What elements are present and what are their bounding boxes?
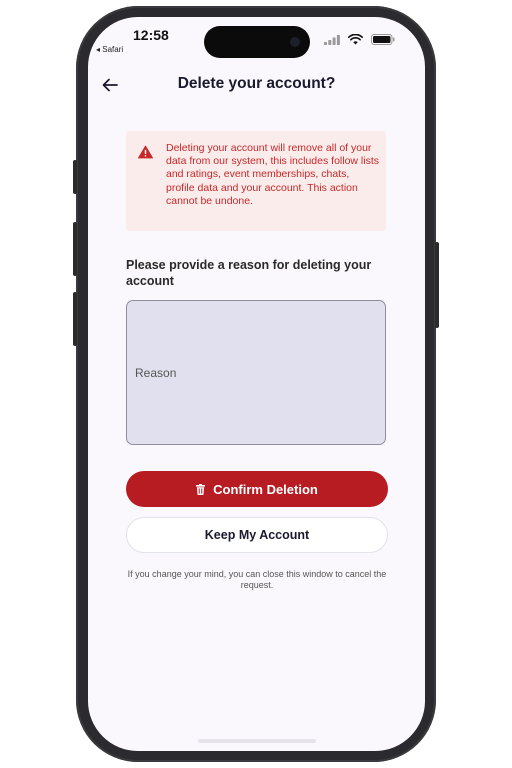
phone-screen: 12:58 ◂ Safari Delete your account? Dele…: [88, 17, 425, 751]
confirm-deletion-label: Confirm Deletion: [213, 481, 318, 497]
keep-account-button[interactable]: Keep My Account: [126, 517, 388, 553]
warning-message: Deleting your account will remove all of…: [166, 142, 379, 207]
reason-label: Please provide a reason for deleting you…: [126, 258, 372, 288]
dynamic-island: [204, 26, 310, 58]
warning-banner: Deleting your account will remove all of…: [126, 131, 386, 231]
side-button-silent: [73, 160, 77, 194]
status-bar: 12:58 ◂ Safari: [88, 17, 425, 67]
keep-account-label: Keep My Account: [204, 528, 310, 542]
confirm-deletion-button[interactable]: Confirm Deletion: [126, 471, 388, 507]
battery-icon: [371, 34, 395, 45]
side-button-power: [435, 242, 439, 328]
status-time: 12:58: [133, 27, 169, 43]
signal-icon: [324, 34, 340, 45]
home-indicator: [198, 739, 316, 743]
warning-triangle-icon: [138, 145, 153, 159]
page-title: Delete your account?: [177, 75, 336, 92]
side-button-volume-down: [73, 292, 77, 346]
reason-input[interactable]: [126, 300, 386, 445]
back-to-safari-link[interactable]: ◂ Safari: [96, 45, 123, 54]
cancel-hint: If you change your mind, you can close t…: [127, 569, 387, 590]
page-header: Delete your account?: [88, 69, 425, 103]
camera-icon: [290, 37, 300, 47]
trash-icon: [196, 483, 206, 495]
status-icons: [324, 34, 395, 45]
wifi-icon: [348, 34, 363, 45]
side-button-volume-up: [73, 222, 77, 276]
